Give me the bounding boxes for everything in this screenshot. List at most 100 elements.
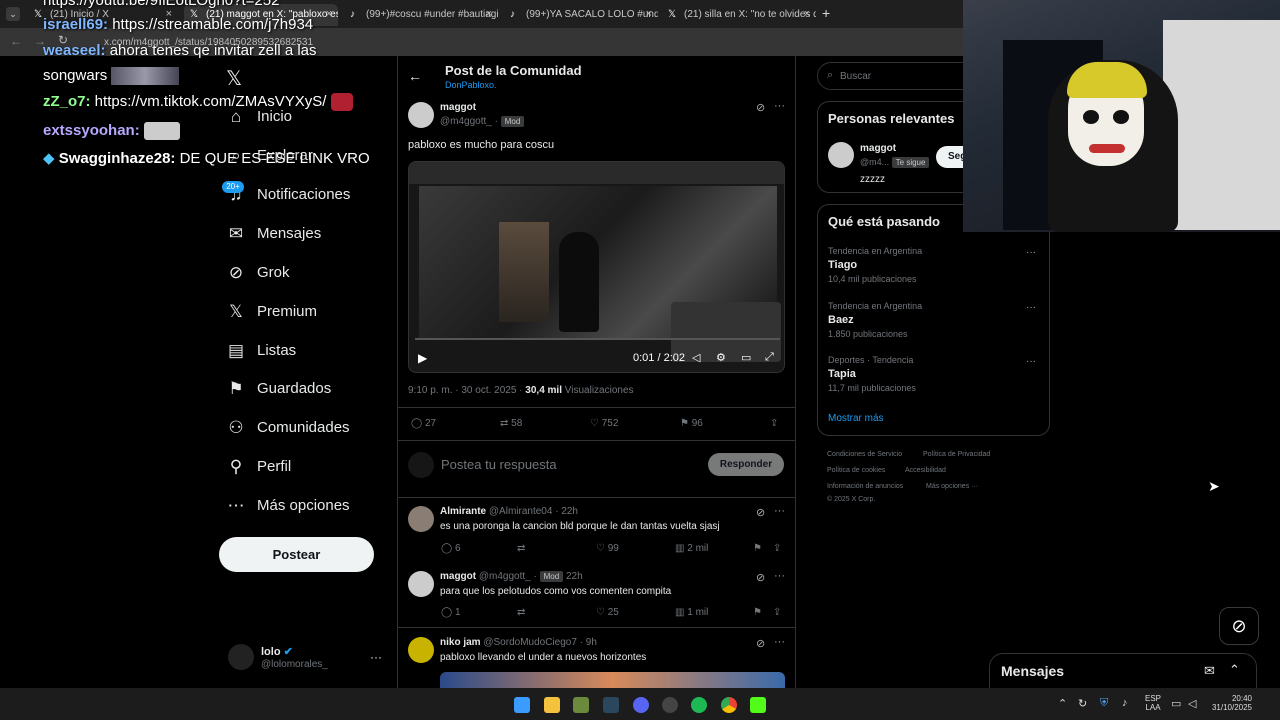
- chevron-up-icon[interactable]: ⌃: [1229, 662, 1240, 678]
- grok-icon[interactable]: ⊘: [756, 506, 765, 519]
- avatar[interactable]: [408, 102, 434, 128]
- x-logo-icon[interactable]: 𝕏: [226, 66, 242, 91]
- microphone-icon[interactable]: ♪: [1122, 697, 1128, 709]
- post-author[interactable]: maggot: [440, 102, 476, 113]
- grok-icon[interactable]: ⊘: [756, 101, 765, 114]
- avatar[interactable]: [408, 637, 434, 663]
- reply-button[interactable]: ◯ 6: [441, 543, 461, 554]
- account-more-icon[interactable]: ···: [370, 650, 382, 664]
- progress-bar[interactable]: [415, 338, 780, 340]
- repost-button[interactable]: ⇄ 58: [500, 418, 522, 429]
- bookmark-button[interactable]: ⚑ 96: [680, 418, 703, 429]
- close-icon[interactable]: ×: [804, 8, 810, 20]
- sync-icon[interactable]: ↻: [1078, 697, 1087, 710]
- obs-icon[interactable]: [662, 697, 678, 713]
- more-icon[interactable]: ···: [774, 505, 785, 517]
- file-explorer-icon[interactable]: [544, 697, 560, 713]
- bookmark-icon[interactable]: ⚑: [753, 607, 762, 618]
- reply-handle: @SordoMudoCiego7 · 9h: [483, 637, 597, 648]
- kick-icon[interactable]: [750, 697, 766, 713]
- close-icon[interactable]: ×: [326, 8, 332, 20]
- discord-icon[interactable]: [633, 697, 649, 713]
- reply-submit-button[interactable]: Responder: [708, 453, 784, 476]
- privacy-link[interactable]: Política de Privacidad: [923, 451, 990, 458]
- back-arrow-icon[interactable]: ←: [408, 68, 422, 84]
- tab-tiktok-lolo[interactable]: ♪ (99+)YA SACALO LOLO #under ×: [504, 4, 658, 26]
- minecraft-icon[interactable]: [573, 697, 589, 713]
- avatar[interactable]: [408, 571, 434, 597]
- reply-author[interactable]: maggot: [440, 571, 476, 582]
- like-button[interactable]: ♡ 752: [590, 418, 618, 429]
- search-input[interactable]: Buscar: [840, 71, 871, 82]
- tab-silla[interactable]: 𝕏 (21) silla en X: "no te olvides de ×: [662, 4, 816, 26]
- settings-icon[interactable]: ⚙: [716, 351, 726, 364]
- share-icon[interactable]: ⇪: [773, 543, 781, 554]
- reply-button[interactable]: ◯ 1: [441, 607, 461, 618]
- more-icon[interactable]: ···: [774, 570, 785, 582]
- reply-author[interactable]: Almirante: [440, 506, 486, 517]
- new-message-icon[interactable]: ✉: [1204, 663, 1215, 679]
- messages-drawer[interactable]: Mensajes ✉ ⌃: [989, 653, 1257, 693]
- close-icon[interactable]: ×: [646, 8, 652, 20]
- reply-button[interactable]: ◯ 27: [411, 418, 436, 429]
- list-item: niko jam @SordoMudoCiego7 · 9h: [440, 637, 597, 648]
- share-icon[interactable]: ⇪: [770, 418, 778, 429]
- more-icon[interactable]: ···: [1026, 247, 1036, 258]
- ads-info-link[interactable]: Información de anuncios: [827, 483, 903, 490]
- pip-icon[interactable]: ▭: [741, 351, 751, 364]
- tab-label: (99+)#coscu #under #bautiagi: [366, 9, 498, 20]
- grok-icon[interactable]: ⊘: [756, 571, 765, 584]
- more-icon[interactable]: ···: [1026, 302, 1036, 313]
- new-tab-icon[interactable]: +: [822, 5, 830, 21]
- more-icon[interactable]: ···: [1026, 356, 1036, 367]
- terms-link[interactable]: Condiciones de Servicio: [827, 451, 902, 458]
- bookmark-icon[interactable]: ⚑: [753, 543, 762, 554]
- cookies-link[interactable]: Política de cookies: [827, 467, 885, 474]
- fullscreen-icon[interactable]: ⤢: [765, 351, 774, 364]
- grok-icon[interactable]: ⊘: [756, 637, 765, 650]
- play-icon[interactable]: ▶: [418, 351, 427, 365]
- shield-icon[interactable]: ⛨: [1100, 697, 1108, 710]
- community-link[interactable]: DonPabloxo.: [445, 80, 497, 90]
- like-button[interactable]: ♡ 99: [596, 543, 619, 554]
- chrome-icon[interactable]: [721, 697, 737, 713]
- grok-floating-button[interactable]: ⊘: [1219, 607, 1259, 645]
- repost-button[interactable]: ⇄: [517, 607, 525, 618]
- more-icon[interactable]: ···: [774, 636, 785, 648]
- views-button[interactable]: ▥ 1 mil: [675, 607, 708, 618]
- avatar[interactable]: [828, 142, 854, 168]
- reply-author[interactable]: niko jam: [440, 637, 481, 648]
- video-player[interactable]: [408, 161, 785, 373]
- close-icon[interactable]: ×: [486, 8, 492, 20]
- trend-item[interactable]: Tendencia en Argentina Tiago 10,4 mil pu…: [828, 246, 922, 284]
- repost-button[interactable]: ⇄: [517, 543, 525, 554]
- language-indicator[interactable]: ESP LAA: [1145, 694, 1161, 712]
- reply-media[interactable]: [440, 672, 785, 688]
- reply-input[interactable]: Postea tu respuesta: [441, 457, 557, 472]
- relevant-name[interactable]: maggot: [860, 143, 896, 154]
- spotify-icon[interactable]: [691, 697, 707, 713]
- steam-icon[interactable]: [603, 697, 619, 713]
- search-box[interactable]: ⌕ Buscar: [817, 62, 977, 90]
- views-button[interactable]: ▥ 2 mil: [675, 543, 708, 554]
- windows-start-icon[interactable]: [514, 697, 530, 713]
- trend-item[interactable]: Tendencia en Argentina Baez 1.850 public…: [828, 301, 922, 339]
- chevron-up-icon[interactable]: ⌃: [1058, 697, 1067, 710]
- more-icon[interactable]: ···: [774, 100, 785, 112]
- post-button[interactable]: Postear: [219, 537, 374, 572]
- share-icon[interactable]: ⇪: [773, 607, 781, 618]
- back-icon[interactable]: ←: [10, 34, 22, 48]
- volume-icon[interactable]: ◁: [1188, 697, 1196, 710]
- clock[interactable]: 20:40 31/10/2025: [1208, 694, 1252, 712]
- volume-icon[interactable]: ◁: [692, 351, 700, 364]
- avatar[interactable]: [228, 644, 254, 670]
- show-more-link[interactable]: Mostrar más: [828, 413, 884, 424]
- tab-search-icon[interactable]: ⌄: [6, 7, 20, 21]
- avatar[interactable]: [408, 506, 434, 532]
- like-button[interactable]: ♡ 25: [596, 607, 619, 618]
- monitor-icon[interactable]: ▭: [1171, 697, 1181, 710]
- tab-tiktok-coscu[interactable]: ♪ (99+)#coscu #under #bautiagi ×: [344, 4, 498, 26]
- trend-item[interactable]: Deportes · Tendencia Tapia 11,7 mil publ…: [828, 355, 916, 393]
- accessibility-link[interactable]: Accesibilidad: [905, 467, 946, 474]
- footer-more-link[interactable]: Más opciones ···: [926, 483, 978, 490]
